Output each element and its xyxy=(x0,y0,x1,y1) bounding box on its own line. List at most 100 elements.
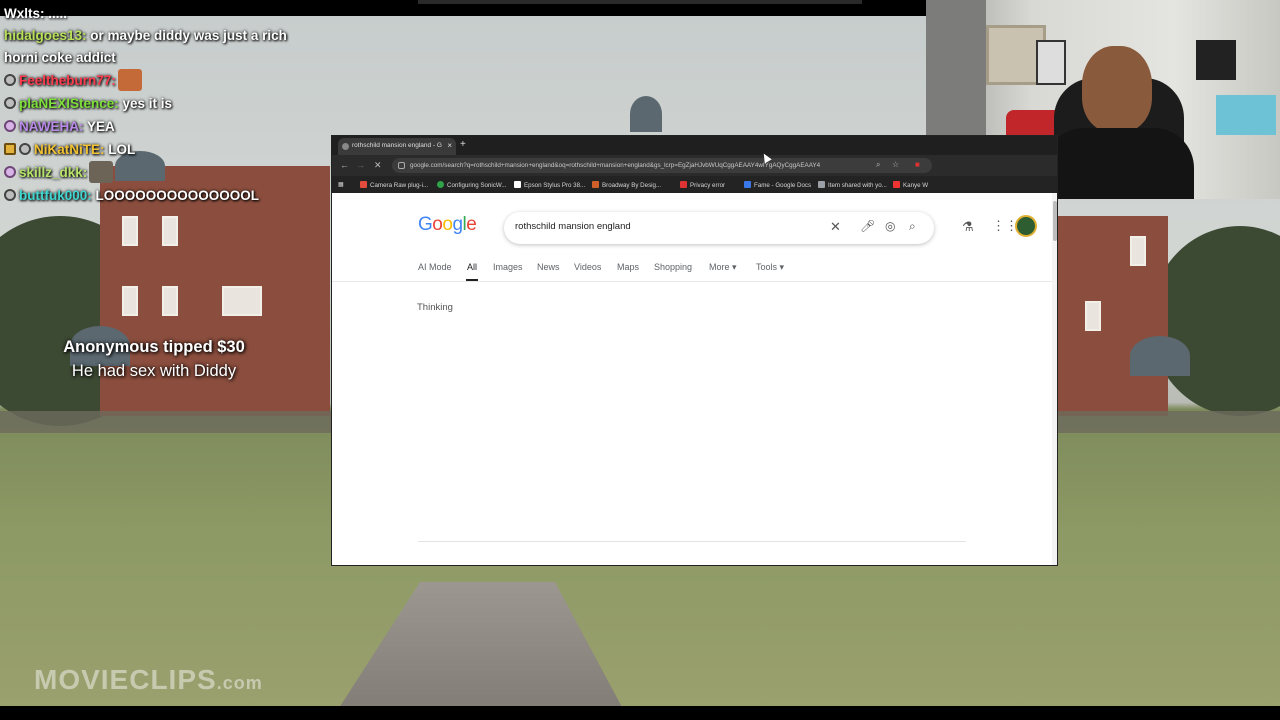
chat-username: NiKatNiTE: xyxy=(34,142,105,157)
bookmark-item[interactable]: Epson Stylus Pro 38... xyxy=(514,181,585,189)
bookmark-star-icon[interactable]: ☆ xyxy=(892,160,899,169)
site-info-icon[interactable] xyxy=(398,162,405,169)
tab-tools[interactable]: Tools ▾ xyxy=(756,262,784,273)
apps-grid-icon[interactable]: ▦ xyxy=(338,181,344,188)
chat-message-partial: Wxlts: ..... xyxy=(4,6,68,21)
mansion-right-dome xyxy=(1130,336,1190,376)
tab-maps[interactable]: Maps xyxy=(617,262,639,272)
chat-text: YEA xyxy=(83,119,115,134)
lens-icon[interactable]: ◎ xyxy=(885,219,895,233)
address-bar[interactable]: google.com/search?q=rothschild+mansion+e… xyxy=(392,158,932,173)
emote-face-icon xyxy=(117,69,142,91)
bookmark-item[interactable]: Fame - Google Docs xyxy=(744,181,811,189)
tab-close-icon[interactable]: × xyxy=(447,141,452,150)
bookmark-favicon-icon xyxy=(818,181,825,188)
chat-badge-icon xyxy=(4,120,16,132)
tab-strip: rothschild mansion england - G × + xyxy=(332,136,1057,155)
tab-ai-mode[interactable]: AI Mode xyxy=(418,262,452,272)
cam-monitor xyxy=(1196,40,1236,80)
cam-frame-picture xyxy=(1036,40,1066,85)
mansion-window xyxy=(162,216,178,246)
cam-person-hoodie xyxy=(1044,128,1194,199)
tab-title: rothschild mansion england - G xyxy=(352,142,442,149)
movieclips-watermark: MOVIECLIPS.com xyxy=(34,664,263,695)
chat-text: LOL xyxy=(104,142,136,157)
cam-desk-screen xyxy=(1216,95,1276,135)
bookmark-item[interactable]: Configuring SonicW... xyxy=(437,181,507,189)
google-logo[interactable]: Google xyxy=(418,214,477,236)
bookmark-item[interactable]: Broadway By Desig... xyxy=(592,181,661,189)
bookmark-item[interactable]: Privacy error xyxy=(680,181,725,189)
chat-message: NiKatNiTE: LOL xyxy=(4,138,294,161)
search-icon[interactable]: ⌕ xyxy=(909,219,916,234)
tree-right xyxy=(1150,226,1280,416)
browser-tab[interactable]: rothschild mansion england - G × xyxy=(338,138,456,155)
zoom-icon[interactable]: ⌕ xyxy=(876,160,880,170)
chat-message: skillz_dkk: xyxy=(4,161,294,184)
bottom-black-bar xyxy=(0,706,1280,720)
tip-message: He had sex with Diddy xyxy=(71,362,237,380)
bookmark-favicon-icon xyxy=(514,181,521,188)
mansion-window xyxy=(122,216,138,246)
bookmark-item[interactable]: Item shared with yo... xyxy=(818,181,887,189)
clear-icon[interactable]: ✕ xyxy=(830,219,841,235)
chat-message: buttfuk000: LOOOOOOOOOOOOOOL xyxy=(4,184,294,207)
search-input[interactable]: rothschild mansion england ✕ 🎤︎ ◎ ⌕ xyxy=(504,212,934,244)
tab-more[interactable]: More ▾ xyxy=(709,262,737,273)
chat-username: NAWEHA: xyxy=(19,119,84,134)
cam-person-head xyxy=(1082,46,1152,132)
google-results-page: Google rothschild mansion england ✕ 🎤︎ ◎… xyxy=(332,193,1052,565)
tip-alert: Anonymous tipped $30 He had sex with Did… xyxy=(30,336,278,384)
mansion-center-dome xyxy=(630,96,662,132)
stop-loading-icon[interactable]: ✕ xyxy=(374,160,382,171)
browser-window[interactable]: rothschild mansion england - G × + ← → ✕… xyxy=(331,135,1058,566)
loading-status: Thinking xyxy=(417,302,453,313)
chat-username: plaNEXIStence: xyxy=(19,96,119,111)
page-scrollbar[interactable] xyxy=(1052,193,1057,565)
tab-all[interactable]: All xyxy=(467,262,477,272)
tab-shopping[interactable]: Shopping xyxy=(654,262,692,272)
tabs-divider xyxy=(332,281,1052,282)
results-divider xyxy=(418,541,966,542)
gravel-path xyxy=(330,582,630,706)
labs-flask-icon[interactable]: ⚗ xyxy=(962,219,974,235)
tab-videos[interactable]: Videos xyxy=(574,262,601,272)
mansion-window xyxy=(1085,301,1101,331)
chat-badge-icon xyxy=(4,189,16,201)
chat-message: NAWEHA: YEA xyxy=(4,115,294,138)
chat-badge-icon xyxy=(4,97,16,109)
mansion-window xyxy=(222,286,262,316)
mansion-window xyxy=(1130,236,1146,266)
bookmark-favicon-icon xyxy=(360,181,367,188)
mansion-right-wing xyxy=(1058,216,1168,416)
top-center-strip xyxy=(418,0,862,4)
google-favicon-icon xyxy=(342,143,349,150)
new-tab-button[interactable]: + xyxy=(460,139,466,150)
bookmark-item[interactable]: Camera Raw plug-i... xyxy=(360,181,428,189)
chat-overlay: Wxlts: ..... hidalgoes13: or maybe diddy… xyxy=(4,2,294,207)
chat-username: skillz_dkk: xyxy=(19,165,88,180)
scrollbar-thumb[interactable] xyxy=(1053,201,1057,241)
forward-arrow-icon[interactable]: → xyxy=(356,160,365,170)
tab-images[interactable]: Images xyxy=(493,262,523,272)
bookmark-favicon-icon xyxy=(893,181,900,188)
bookmark-item[interactable]: Kanye W xyxy=(893,181,928,189)
emote-gray-icon xyxy=(89,161,114,183)
chat-username: buttfuk000: xyxy=(19,188,92,203)
chat-text: yes it is xyxy=(118,96,173,111)
bookmarks-bar: ▦ Camera Raw plug-i... Configuring Sonic… xyxy=(332,176,1057,193)
bookmark-favicon-icon xyxy=(680,181,687,188)
chat-message: Feeltheburn77: xyxy=(4,69,294,92)
stream-stage: Wxlts: ..... hidalgoes13: or maybe diddy… xyxy=(0,0,1280,720)
bookmark-favicon-icon xyxy=(592,181,599,188)
chat-message: plaNEXIStence: yes it is xyxy=(4,92,294,115)
gift-badge-icon xyxy=(4,143,16,155)
account-avatar[interactable] xyxy=(1015,215,1037,237)
address-url: google.com/search?q=rothschild+mansion+e… xyxy=(410,162,821,169)
tab-news[interactable]: News xyxy=(537,262,560,272)
microphone-icon[interactable]: 🎤︎ xyxy=(860,219,875,233)
extension-icon[interactable]: ■ xyxy=(915,160,920,169)
search-query: rothschild mansion england xyxy=(515,221,631,232)
chat-username: hidalgoes13: xyxy=(4,28,87,43)
back-arrow-icon[interactable]: ← xyxy=(340,160,349,170)
